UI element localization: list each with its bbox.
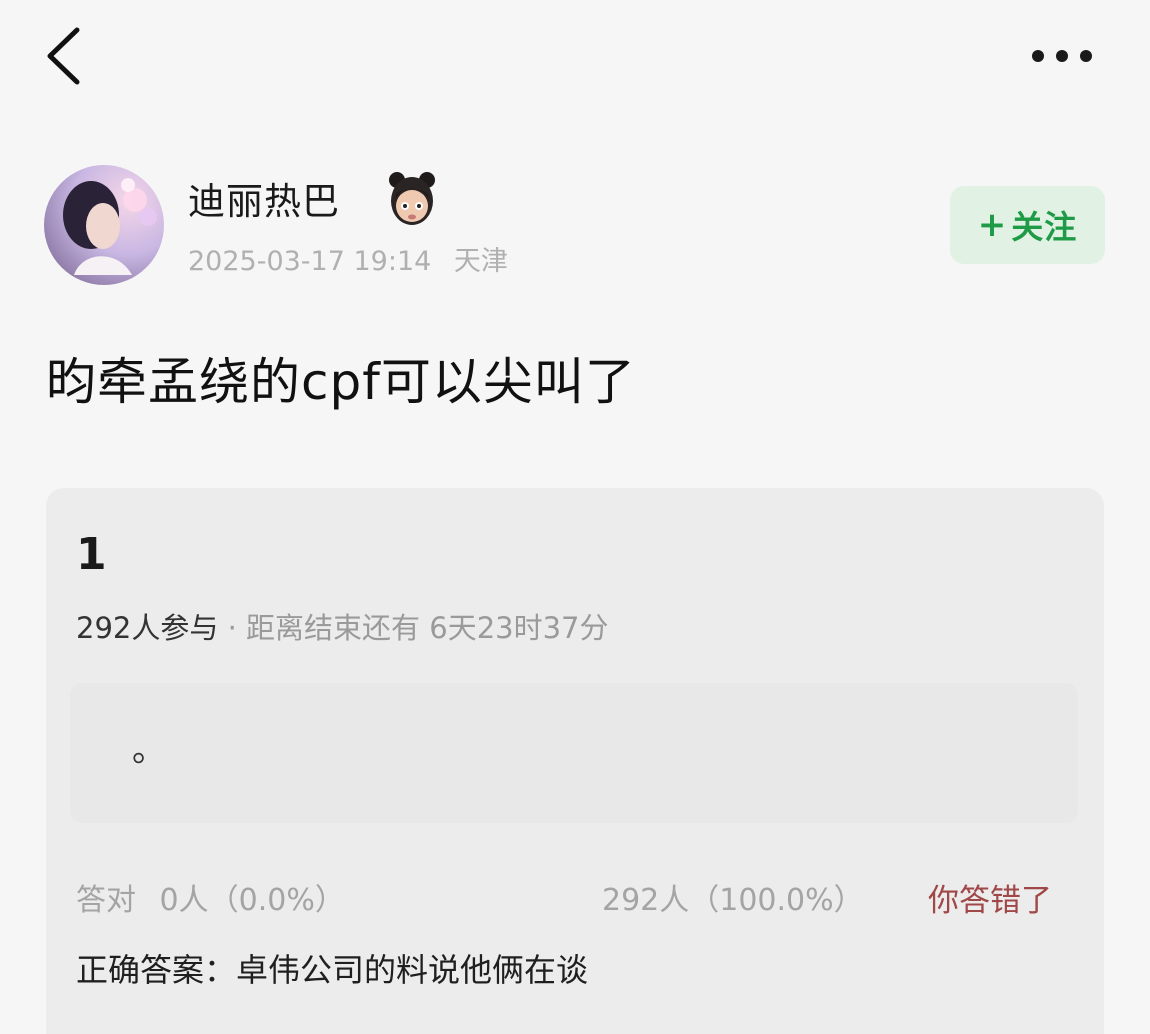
- correct-answer: 正确答案：卓伟公司的料说他俩在谈: [76, 951, 589, 989]
- correct-label: 答对: [76, 883, 136, 918]
- chevron-left-icon: [47, 27, 80, 85]
- correct-stats: 0人（0.0%）: [159, 883, 345, 918]
- option-text: 。: [132, 730, 166, 770]
- more-horizontal-icon: [1032, 50, 1092, 62]
- wrong-stats: 292人（100.0%）: [602, 883, 864, 918]
- time-left-label: 距离结束还有: [246, 611, 421, 645]
- correct-summary: 答对 0人（0.0%）: [76, 881, 345, 921]
- follow-label: 关注: [1011, 208, 1078, 246]
- plus-icon: +: [977, 205, 1008, 245]
- quiz-option[interactable]: 。: [70, 683, 1078, 823]
- post-location: 天津: [453, 246, 508, 277]
- post-timestamp: 2025-03-17 19:14: [188, 246, 432, 277]
- participant-count: 292人参与: [76, 611, 219, 645]
- back-button[interactable]: [38, 22, 94, 90]
- cartoon-girl-emoji-icon: [389, 172, 435, 225]
- post-meta: 2025-03-17 19:14 天津: [188, 243, 508, 281]
- quiz-number: 1: [76, 529, 107, 580]
- more-button[interactable]: [1026, 38, 1098, 74]
- stats-separator: ·: [227, 611, 247, 645]
- follow-button[interactable]: + 关注: [950, 186, 1105, 264]
- author-name[interactable]: 迪丽热巴: [188, 178, 340, 226]
- avatar[interactable]: [44, 165, 164, 285]
- time-left-value: 6天23时37分: [429, 611, 609, 645]
- wrong-answer-label: 你答错了: [928, 883, 1052, 919]
- post-title: 昀牵孟绕的cpf可以尖叫了: [46, 353, 636, 411]
- quiz-card: 1 292人参与 · 距离结束还有 6天23时37分 。 答对 0人（0.0%）…: [46, 488, 1104, 1034]
- quiz-stats: 292人参与 · 距离结束还有 6天23时37分: [76, 608, 609, 648]
